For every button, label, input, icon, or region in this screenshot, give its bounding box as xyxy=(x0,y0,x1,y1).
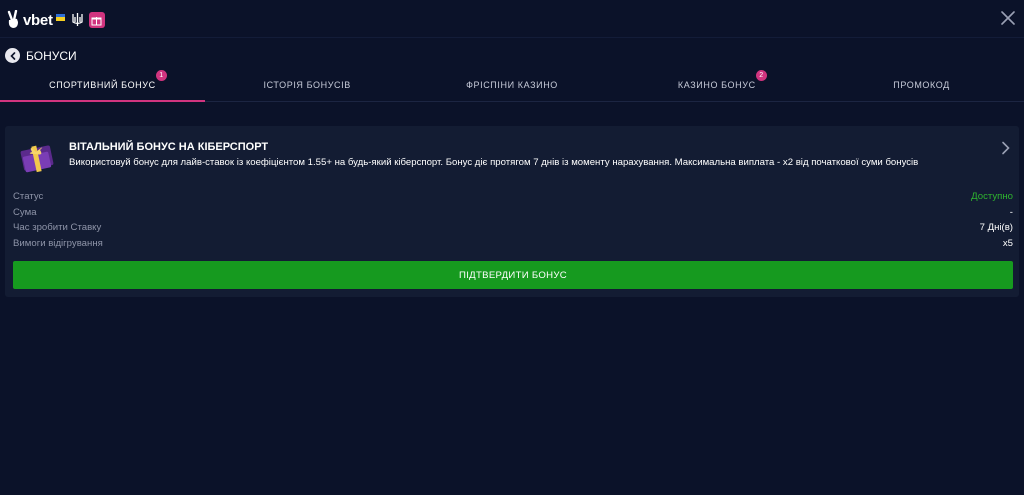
bet-time-value: 7 Дні(в) xyxy=(979,222,1013,234)
tab-casino-freespins[interactable]: ФРІСПІНИ КАЗИНО xyxy=(410,68,615,101)
gift-box-icon[interactable] xyxy=(88,12,105,28)
detail-row-bet-time: Час зробити Ставку 7 Дні(в) xyxy=(13,220,1013,236)
tab-sports-bonus[interactable]: СПОРТИВНИЙ БОНУС 1 xyxy=(0,68,205,102)
chevron-right-icon[interactable] xyxy=(1001,141,1011,155)
detail-row-status: Статус Доступно xyxy=(13,189,1013,205)
tab-bonus-history[interactable]: ІСТОРІЯ БОНУСІВ xyxy=(205,68,410,101)
bonus-card: ВІТАЛЬНИЙ БОНУС НА КІБЕРСПОРТ Використов… xyxy=(5,126,1019,297)
status-value: Доступно xyxy=(971,191,1013,203)
tab-promocode[interactable]: ПРОМОКОД xyxy=(819,68,1024,101)
tab-label: КАЗИНО БОНУС xyxy=(677,79,756,90)
detail-label: Вимоги відігрування xyxy=(13,237,103,249)
tab-label: ІСТОРІЯ БОНУСІВ xyxy=(263,79,351,90)
ukraine-flag-icon xyxy=(55,13,65,21)
tab-label: ФРІСПІНИ КАЗИНО xyxy=(466,79,558,90)
bonus-card-header[interactable]: ВІТАЛЬНИЙ БОНУС НА КІБЕРСПОРТ Використов… xyxy=(5,126,1019,180)
detail-row-amount: Сума - xyxy=(13,205,1013,221)
trident-icon xyxy=(72,13,83,26)
count-badge: 1 xyxy=(155,69,167,81)
top-bar: vbet xyxy=(0,0,1024,38)
count-badge: 2 xyxy=(755,69,767,81)
bonus-tabs: СПОРТИВНИЙ БОНУС 1 ІСТОРІЯ БОНУСІВ ФРІСПІ… xyxy=(0,68,1024,102)
vbet-logo[interactable]: vbet xyxy=(6,9,105,31)
back-arrow-icon[interactable] xyxy=(5,48,20,63)
bonus-details: Статус Доступно Сума - Час зробити Ставк… xyxy=(13,189,1013,251)
bonus-title: ВІТАЛЬНИЙ БОНУС НА КІБЕРСПОРТ xyxy=(69,141,269,153)
gift-icon xyxy=(20,145,54,173)
logo-text: vbet xyxy=(23,11,53,29)
amount-value: - xyxy=(1009,206,1013,218)
detail-label: Сума xyxy=(13,206,37,218)
detail-row-wagering: Вимоги відігрування x5 xyxy=(13,236,1013,252)
wagering-value: x5 xyxy=(1002,237,1013,249)
close-icon[interactable] xyxy=(1001,11,1015,25)
back-button[interactable]: БОНУСИ xyxy=(5,47,77,64)
tab-label: ПРОМОКОД xyxy=(893,79,950,90)
tab-casino-bonus[interactable]: КАЗИНО БОНУС 2 xyxy=(614,68,819,101)
detail-label: Статус xyxy=(13,191,44,203)
detail-label: Час зробити Ставку xyxy=(13,222,102,234)
tab-label: СПОРТИВНИЙ БОНУС xyxy=(49,79,156,90)
page-title: БОНУСИ xyxy=(26,48,77,63)
confirm-bonus-button[interactable]: ПІДТВЕРДИТИ БОНУС xyxy=(13,261,1013,289)
victory-hand-icon xyxy=(7,10,18,28)
bonus-description: Використовуй бонус для лайв-ставок із ко… xyxy=(69,157,919,168)
